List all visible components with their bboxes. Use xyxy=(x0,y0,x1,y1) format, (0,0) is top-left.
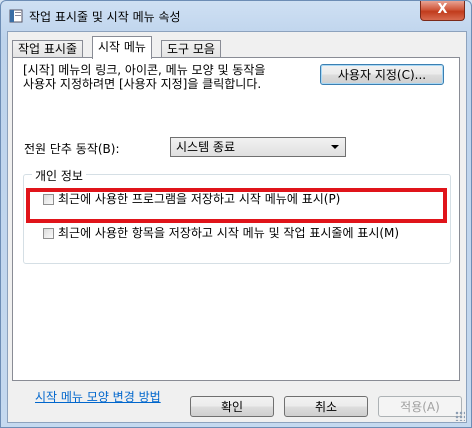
description-line-2: 사용자 지정하려면 [사용자 지정]을 클릭합니다. xyxy=(23,77,262,91)
privacy-group-title: 개인 정보 xyxy=(32,167,86,184)
power-button-dropdown[interactable]: 시스템 종료 xyxy=(170,137,346,157)
apply-button[interactable]: 적용(A) xyxy=(378,396,462,417)
resize-grip[interactable] xyxy=(455,411,465,421)
help-link[interactable]: 시작 메뉴 모양 변경 방법 xyxy=(35,388,161,405)
customize-button[interactable]: 사용자 지정(C)... xyxy=(320,64,444,85)
power-button-label: 전원 단추 동작(B): xyxy=(24,142,120,156)
description-line-1: [시작] 메뉴의 링크, 아이콘, 메뉴 모양 및 동작을 xyxy=(23,63,266,77)
tab-toolbars[interactable]: 도구 모음 xyxy=(161,40,221,58)
chevron-down-icon xyxy=(331,145,339,149)
cancel-button[interactable]: 취소 xyxy=(284,396,368,417)
store-items-option[interactable]: 최근에 사용한 항목을 저장하고 시작 메뉴 및 작업 표시줄에 표시(M) xyxy=(43,224,399,241)
properties-window: 작업 표시줄 및 시작 메뉴 속성 X 작업 표시줄 시작 메뉴 도구 모음 [… xyxy=(0,0,472,428)
tab-start-menu[interactable]: 시작 메뉴 xyxy=(92,36,152,59)
highlight-box xyxy=(26,188,447,223)
taskbar-properties-icon xyxy=(9,9,23,23)
description-text: [시작] 메뉴의 링크, 아이콘, 메뉴 모양 및 동작을 사용자 지정하려면 … xyxy=(23,63,313,91)
tab-taskbar[interactable]: 작업 표시줄 xyxy=(12,40,84,58)
power-button-value: 시스템 종료 xyxy=(176,140,236,154)
dialog-body: 작업 표시줄 시작 메뉴 도구 모음 [시작] 메뉴의 링크, 아이콘, 메뉴 … xyxy=(7,31,467,423)
store-items-checkbox[interactable] xyxy=(43,228,54,239)
ok-button[interactable]: 확인 xyxy=(190,396,274,417)
close-button[interactable]: X xyxy=(420,1,465,21)
close-icon: X xyxy=(437,2,448,17)
store-items-label: 최근에 사용한 항목을 저장하고 시작 메뉴 및 작업 표시줄에 표시(M) xyxy=(58,226,400,240)
window-title: 작업 표시줄 및 시작 메뉴 속성 xyxy=(29,10,181,24)
title-bar[interactable]: 작업 표시줄 및 시작 메뉴 속성 X xyxy=(1,1,471,31)
